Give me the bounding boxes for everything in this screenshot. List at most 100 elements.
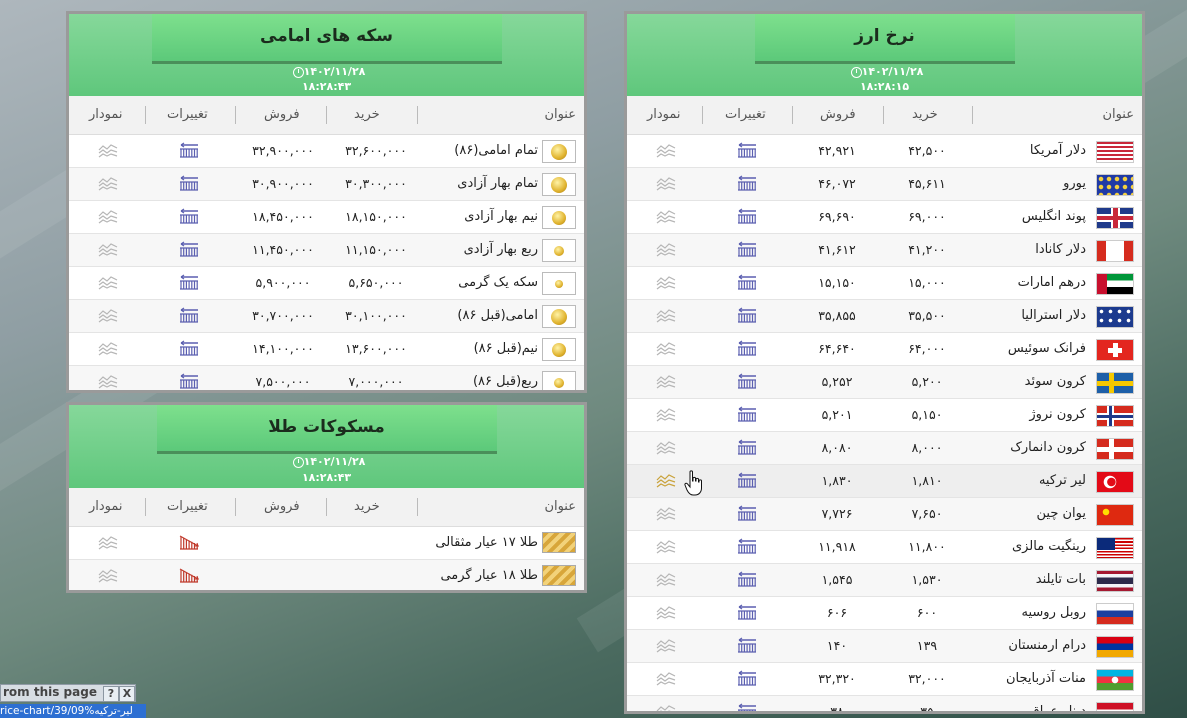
gold-coin-icon [542, 272, 576, 295]
table-row[interactable]: منات آذربایجان ۳۲,۰۰۰ ۳۲,۳۲۰ [627, 663, 1142, 696]
change-up-icon[interactable] [737, 505, 757, 521]
gold-bar-icon [542, 532, 576, 553]
table-row[interactable]: سکه یک گرمی ۵,۶۵۰,۰۰۰ ۵,۹۰۰,۰۰۰ [69, 267, 584, 300]
chart-icon[interactable] [656, 144, 676, 158]
change-up-icon[interactable] [737, 307, 757, 323]
change-up-icon[interactable] [179, 307, 199, 323]
gold-bars-rows: طلا ۱۷ عیار مثقالی طلا ۱۸ عیار گرمی [69, 527, 584, 590]
chart-icon[interactable] [98, 342, 118, 356]
change-up-icon[interactable] [179, 208, 199, 224]
table-row[interactable]: نیم(قبل ۸۶) ۱۳,۶۰۰,۰۰۰ ۱۴,۱۰۰,۰۰۰ [69, 333, 584, 366]
chart-icon[interactable] [656, 276, 676, 290]
table-row[interactable]: ربع(قبل ۸۶) ۷,۰۰۰,۰۰۰ ۷,۵۰۰,۰۰۰ [69, 366, 584, 390]
table-row[interactable]: امامی(قبل ۸۶) ۳۰,۱۰۰,۰۰۰ ۳۰,۷۰۰,۰۰۰ [69, 300, 584, 333]
table-row[interactable]: تمام بهار آزادی ۳۰,۳۰۰,۰۰۰ ۳۰,۹۰۰,۰۰۰ [69, 168, 584, 201]
change-up-icon[interactable] [737, 241, 757, 257]
change-down-icon[interactable] [179, 534, 201, 550]
table-row[interactable]: بات تایلند ۱,۵۳۰ ۱,۵۴۵ [627, 564, 1142, 597]
change-up-icon[interactable] [179, 142, 199, 158]
flag-ch-icon [1096, 339, 1134, 361]
table-row[interactable]: تمام امامی(۸۶) ۳۲,۶۰۰,۰۰۰ ۳۲,۹۰۰,۰۰۰ [69, 135, 584, 168]
table-row[interactable]: دینار عراق ۳۵ ۳۸ [627, 696, 1142, 714]
change-up-icon[interactable] [737, 142, 757, 158]
table-row[interactable]: روبل روسیه ۶۰۰ ۶۰۶ [627, 597, 1142, 630]
change-up-icon[interactable] [737, 472, 757, 488]
change-up-icon[interactable] [737, 175, 757, 191]
change-up-icon[interactable] [737, 637, 757, 653]
table-row[interactable]: کرون دانمارک ۸,۰۰۰ ۸,۰۸۰ [627, 432, 1142, 465]
change-up-icon[interactable] [737, 604, 757, 620]
row-name: دلار آمریکا [1029, 143, 1086, 158]
change-up-icon[interactable] [179, 340, 199, 356]
chart-icon[interactable] [98, 309, 118, 323]
change-up-icon[interactable] [179, 274, 199, 290]
chart-icon[interactable] [656, 672, 676, 686]
header-name: عنوان [544, 107, 576, 122]
chart-icon[interactable] [98, 177, 118, 191]
chart-icon[interactable] [656, 474, 676, 488]
chart-icon[interactable] [656, 507, 676, 521]
sell-value: ۷,۷۲۶ [821, 506, 853, 521]
change-up-icon[interactable] [179, 241, 199, 257]
chart-icon[interactable] [656, 540, 676, 554]
sell-value: ۶۹,۶۹۰ [818, 209, 856, 224]
table-row[interactable]: یورو ۴۵,۶۱۱ ۴۶,۰۷۲ [627, 168, 1142, 201]
table-row[interactable]: کرون سوئد ۵,۲۰۰ ۵,۲۵۲ [627, 366, 1142, 399]
chart-icon[interactable] [98, 243, 118, 257]
help-button[interactable]: ? [103, 686, 119, 701]
chart-icon[interactable] [656, 309, 676, 323]
table-row[interactable]: نیم بهار آزادی ۱۸,۱۵۰,۰۰۰ ۱۸,۴۵۰,۰۰۰ [69, 201, 584, 234]
header-divider [326, 498, 327, 516]
chart-icon[interactable] [656, 573, 676, 587]
chart-icon[interactable] [656, 639, 676, 653]
table-row[interactable]: یوان چین ۷,۶۵۰ ۷,۷۲۶ [627, 498, 1142, 531]
table-row[interactable]: دلار استرالیا ۳۵,۵۰۰ ۳۵,۸۵۵ [627, 300, 1142, 333]
table-row[interactable]: درام ارمنستان ۱۳۹ ۱۴۰ [627, 630, 1142, 663]
table-row[interactable]: طلا ۱۷ عیار مثقالی [69, 527, 584, 560]
table-row[interactable]: دلار کانادا ۴۱,۲۰۰ ۴۱,۶۱۲ [627, 234, 1142, 267]
change-up-icon[interactable] [737, 439, 757, 455]
change-up-icon[interactable] [737, 538, 757, 554]
panel-title: مسکوکات طلا [156, 405, 497, 454]
chart-icon[interactable] [98, 569, 118, 583]
table-row[interactable]: کرون نروژ ۵,۱۵۰ ۵,۲۰۱ [627, 399, 1142, 432]
chart-icon[interactable] [656, 408, 676, 422]
chart-icon[interactable] [98, 375, 118, 389]
change-up-icon[interactable] [179, 175, 199, 191]
table-row[interactable]: لیر ترکیه ۱,۸۱۰ ۱,۸۳۰ [627, 465, 1142, 498]
change-up-icon[interactable] [737, 340, 757, 356]
table-row[interactable]: پوند انگلیس ۶۹,۰۰۰ ۶۹,۶۹۰ [627, 201, 1142, 234]
table-row[interactable]: ربع بهار آزادی ۱۱,۱۵۰,۰۰۰ ۱۱,۴۵۰,۰۰۰ [69, 234, 584, 267]
chart-icon[interactable] [98, 536, 118, 550]
change-up-icon[interactable] [179, 373, 199, 389]
table-row[interactable]: فرانک سوئیس ۶۴,۰۰۰ ۶۴,۶۴۰ [627, 333, 1142, 366]
chart-icon[interactable] [656, 606, 676, 620]
buy-value: ۳۵,۵۰۰ [908, 308, 946, 323]
row-name: سکه یک گرمی [458, 275, 538, 290]
chart-icon[interactable] [656, 705, 676, 711]
chart-icon[interactable] [656, 210, 676, 224]
close-button[interactable]: X [119, 686, 135, 701]
table-row[interactable]: دلار آمریکا ۴۲,۵۰۰ ۴۲,۹۲۱ [627, 135, 1142, 168]
table-row[interactable]: درهم امارات ۱۵,۰۰۰ ۱۵,۱۵۰ [627, 267, 1142, 300]
chart-icon[interactable] [98, 210, 118, 224]
chart-icon[interactable] [656, 342, 676, 356]
table-row[interactable]: رینگیت مالزی ۱۱,۸۰۰ ۱۱,۹۱۸ [627, 531, 1142, 564]
change-down-icon[interactable] [179, 567, 201, 583]
chart-icon[interactable] [656, 243, 676, 257]
change-up-icon[interactable] [737, 670, 757, 686]
chart-icon[interactable] [98, 144, 118, 158]
change-up-icon[interactable] [737, 406, 757, 422]
buy-value: ۶۴,۰۰۰ [908, 341, 946, 356]
chart-icon[interactable] [656, 441, 676, 455]
chart-icon[interactable] [656, 177, 676, 191]
change-up-icon[interactable] [737, 373, 757, 389]
chart-icon[interactable] [656, 375, 676, 389]
table-row[interactable]: طلا ۱۸ عیار گرمی [69, 560, 584, 590]
sell-value: ۳۸ [830, 704, 844, 714]
chart-icon[interactable] [98, 276, 118, 290]
change-up-icon[interactable] [737, 571, 757, 587]
change-up-icon[interactable] [737, 703, 757, 711]
change-up-icon[interactable] [737, 274, 757, 290]
change-up-icon[interactable] [737, 208, 757, 224]
